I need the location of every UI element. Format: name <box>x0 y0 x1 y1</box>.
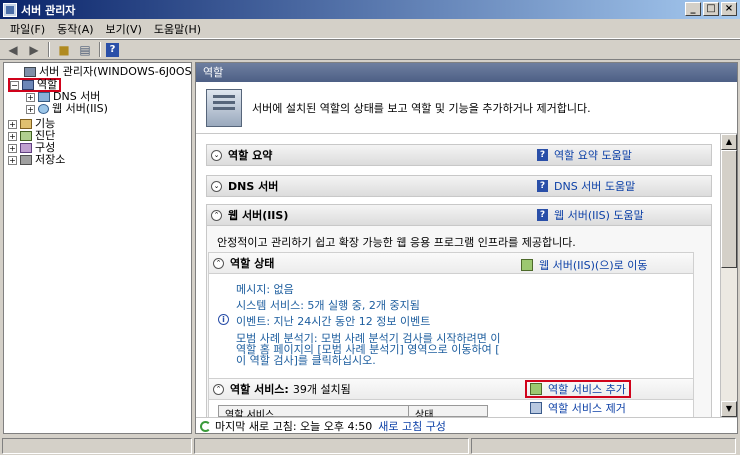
toolbar-divider <box>48 42 50 57</box>
status-bar <box>0 437 740 455</box>
collapse-section-icon[interactable]: ⌃ <box>211 209 222 221</box>
subsection-title: 역할 서비스: <box>230 383 289 396</box>
menu-action[interactable]: 동작(A) <box>51 21 99 37</box>
window-title: 서버 관리자 <box>21 3 76 17</box>
role-services-table-header: 역할 서비스 상태 <box>218 405 488 417</box>
maximize-button[interactable]: □ <box>703 2 719 16</box>
vertical-scrollbar[interactable]: ▲ ▼ <box>720 134 737 417</box>
console-tree[interactable]: 서버 관리자(WINDOWS-6J0OST1) − 역할 + DNS 서버 + … <box>3 62 192 434</box>
back-arrow-icon[interactable]: ◀ <box>4 41 22 58</box>
scroll-up-icon[interactable]: ▲ <box>721 134 737 150</box>
tree-item-iis[interactable]: + 웹 서버(IIS) <box>4 103 191 115</box>
features-icon <box>20 119 32 129</box>
help-icon[interactable]: ? <box>106 42 119 57</box>
collapse-icon[interactable]: − <box>10 80 19 90</box>
expand-section-icon[interactable]: ⌄ <box>211 180 222 192</box>
toolbar: ◀ ▶ ■ ▤ ? <box>0 39 740 60</box>
remove-role-services-icon <box>530 402 542 414</box>
menu-help[interactable]: 도움말(H) <box>148 21 207 37</box>
tree-storage-label: 저장소 <box>35 153 66 166</box>
expand-section-icon[interactable]: ⌄ <box>211 149 222 161</box>
web-help-link[interactable]: ? 웹 서버(IIS) 도움말 <box>537 207 644 223</box>
add-role-services-button[interactable]: 역할 서비스 추가 <box>525 380 631 398</box>
section-title: 역할 요약 <box>228 149 273 162</box>
menu-file[interactable]: 파일(F) <box>4 21 51 37</box>
expand-icon[interactable]: + <box>8 131 17 141</box>
diagnostics-icon <box>20 131 32 141</box>
section-roles-summary[interactable]: ⌄ 역할 요약 ? 역할 요약 도움말 <box>206 144 712 166</box>
forward-arrow-icon[interactable]: ▶ <box>25 41 43 58</box>
status-panel-3 <box>471 438 736 454</box>
status-messages[interactable]: 메시지: 없음 <box>236 281 294 297</box>
expand-icon[interactable]: + <box>8 155 17 165</box>
expand-icon[interactable]: + <box>8 143 17 153</box>
status-events[interactable]: 이벤트: 지난 24시간 동안 12 정보 이벤트 <box>236 313 430 329</box>
menu-view[interactable]: 보기(V) <box>100 21 148 37</box>
toolbar-divider-2 <box>99 42 101 57</box>
configuration-icon <box>20 143 32 153</box>
column-status[interactable]: 상태 <box>409 406 433 417</box>
help-icon: ? <box>537 180 548 192</box>
help-icon: ? <box>537 149 548 161</box>
section-title: 웹 서버(IIS) <box>228 209 289 222</box>
expand-icon[interactable]: + <box>26 104 35 114</box>
scroll-down-icon[interactable]: ▼ <box>721 401 737 417</box>
remove-role-services-button[interactable]: 역할 서비스 제거 <box>530 400 626 416</box>
refresh-icon <box>200 420 211 432</box>
section-web-server[interactable]: ⌃ 웹 서버(IIS) ? 웹 서버(IIS) 도움말 <box>206 204 712 226</box>
collapse-section-icon[interactable]: ⌃ <box>213 257 224 269</box>
window-controls: _ □ × <box>685 2 737 16</box>
expand-icon[interactable]: + <box>8 119 17 129</box>
console-tree-icon[interactable]: ▤ <box>76 41 94 58</box>
roles-icon <box>22 80 34 90</box>
details-pane: 역할 서버에 설치된 역할의 상태를 보고 역할 및 기능을 추가하거나 제거합… <box>195 62 738 434</box>
column-role-service[interactable]: 역할 서비스 <box>219 406 409 417</box>
goto-iis-link[interactable]: 웹 서버(IIS)(으)로 이동 <box>521 257 647 273</box>
scroll-thumb[interactable] <box>721 150 737 268</box>
tree-item-storage[interactable]: + 저장소 <box>4 154 191 166</box>
status-bpa-line-3[interactable]: 이 역할 검사]를 클릭하십시오. <box>236 352 376 368</box>
server-manager-icon <box>3 2 17 17</box>
tree-root-label: 서버 관리자(WINDOWS-6J0OST1) <box>39 65 192 78</box>
add-role-services-icon <box>530 383 542 395</box>
server-icon <box>24 67 36 77</box>
section-title: DNS 서버 <box>228 180 279 193</box>
close-button[interactable]: × <box>721 2 737 16</box>
goto-role-icon <box>521 259 533 271</box>
dns-server-icon <box>38 92 50 102</box>
intro-text: 서버에 설치된 역할의 상태를 보고 역할 및 기능을 추가하거나 제거합니다. <box>252 101 591 115</box>
section-dns-server[interactable]: ⌄ DNS 서버 ? DNS 서버 도움말 <box>206 175 712 197</box>
server-roles-icon <box>206 88 242 127</box>
storage-icon <box>20 155 32 165</box>
tree-iis-label: 웹 서버(IIS) <box>52 102 108 115</box>
dns-help-link[interactable]: ? DNS 서버 도움말 <box>537 178 635 194</box>
up-folder-icon[interactable]: ■ <box>55 41 73 58</box>
minimize-button[interactable]: _ <box>685 2 701 16</box>
roles-content: ⌄ 역할 요약 ? 역할 요약 도움말 ⌄ DNS 서버 ? DNS 서버 도움… <box>196 134 720 417</box>
subsection-title: 역할 상태 <box>230 257 275 270</box>
configure-refresh-link[interactable]: 새로 고침 구성 <box>378 418 446 433</box>
refresh-bar: 마지막 새로 고침: 오늘 오후 4:50 새로 고침 구성 <box>196 417 737 433</box>
pane-header: 역할 <box>196 63 737 82</box>
help-icon: ? <box>537 209 548 221</box>
expand-icon[interactable]: + <box>26 92 35 102</box>
web-server-description: 안정적이고 관리하기 쉽고 확장 가능한 웹 응용 프로그램 인프라를 제공합니… <box>217 236 576 249</box>
intro-area: 서버에 설치된 역할의 상태를 보고 역할 및 기능을 추가하거나 제거합니다. <box>196 82 737 134</box>
status-panel-2 <box>194 438 469 454</box>
last-refresh-text: 마지막 새로 고침: 오늘 오후 4:50 <box>215 420 373 433</box>
status-services[interactable]: 시스템 서비스: 5개 실행 중, 2개 중지됨 <box>236 297 420 313</box>
subsection-role-status[interactable]: ⌃ 역할 상태 웹 서버(IIS)(으)로 이동 <box>208 252 694 274</box>
title-bar: 서버 관리자 _ □ × <box>0 0 740 19</box>
role-services-count: 39개 설치됨 <box>292 383 351 396</box>
tree-item-diagnostics[interactable]: + 진단 <box>4 130 191 142</box>
menu-bar: 파일(F) 동작(A) 보기(V) 도움말(H) <box>0 19 740 39</box>
tree-item-configuration[interactable]: + 구성 <box>4 142 191 154</box>
summary-help-link[interactable]: ? 역할 요약 도움말 <box>537 147 632 163</box>
collapse-section-icon[interactable]: ⌃ <box>213 383 224 395</box>
info-icon: i <box>218 314 229 325</box>
tree-item-features[interactable]: + 기능 <box>4 118 191 130</box>
web-server-icon <box>38 104 49 114</box>
tree-root[interactable]: 서버 관리자(WINDOWS-6J0OST1) <box>4 66 191 78</box>
status-panel-1 <box>2 438 192 454</box>
